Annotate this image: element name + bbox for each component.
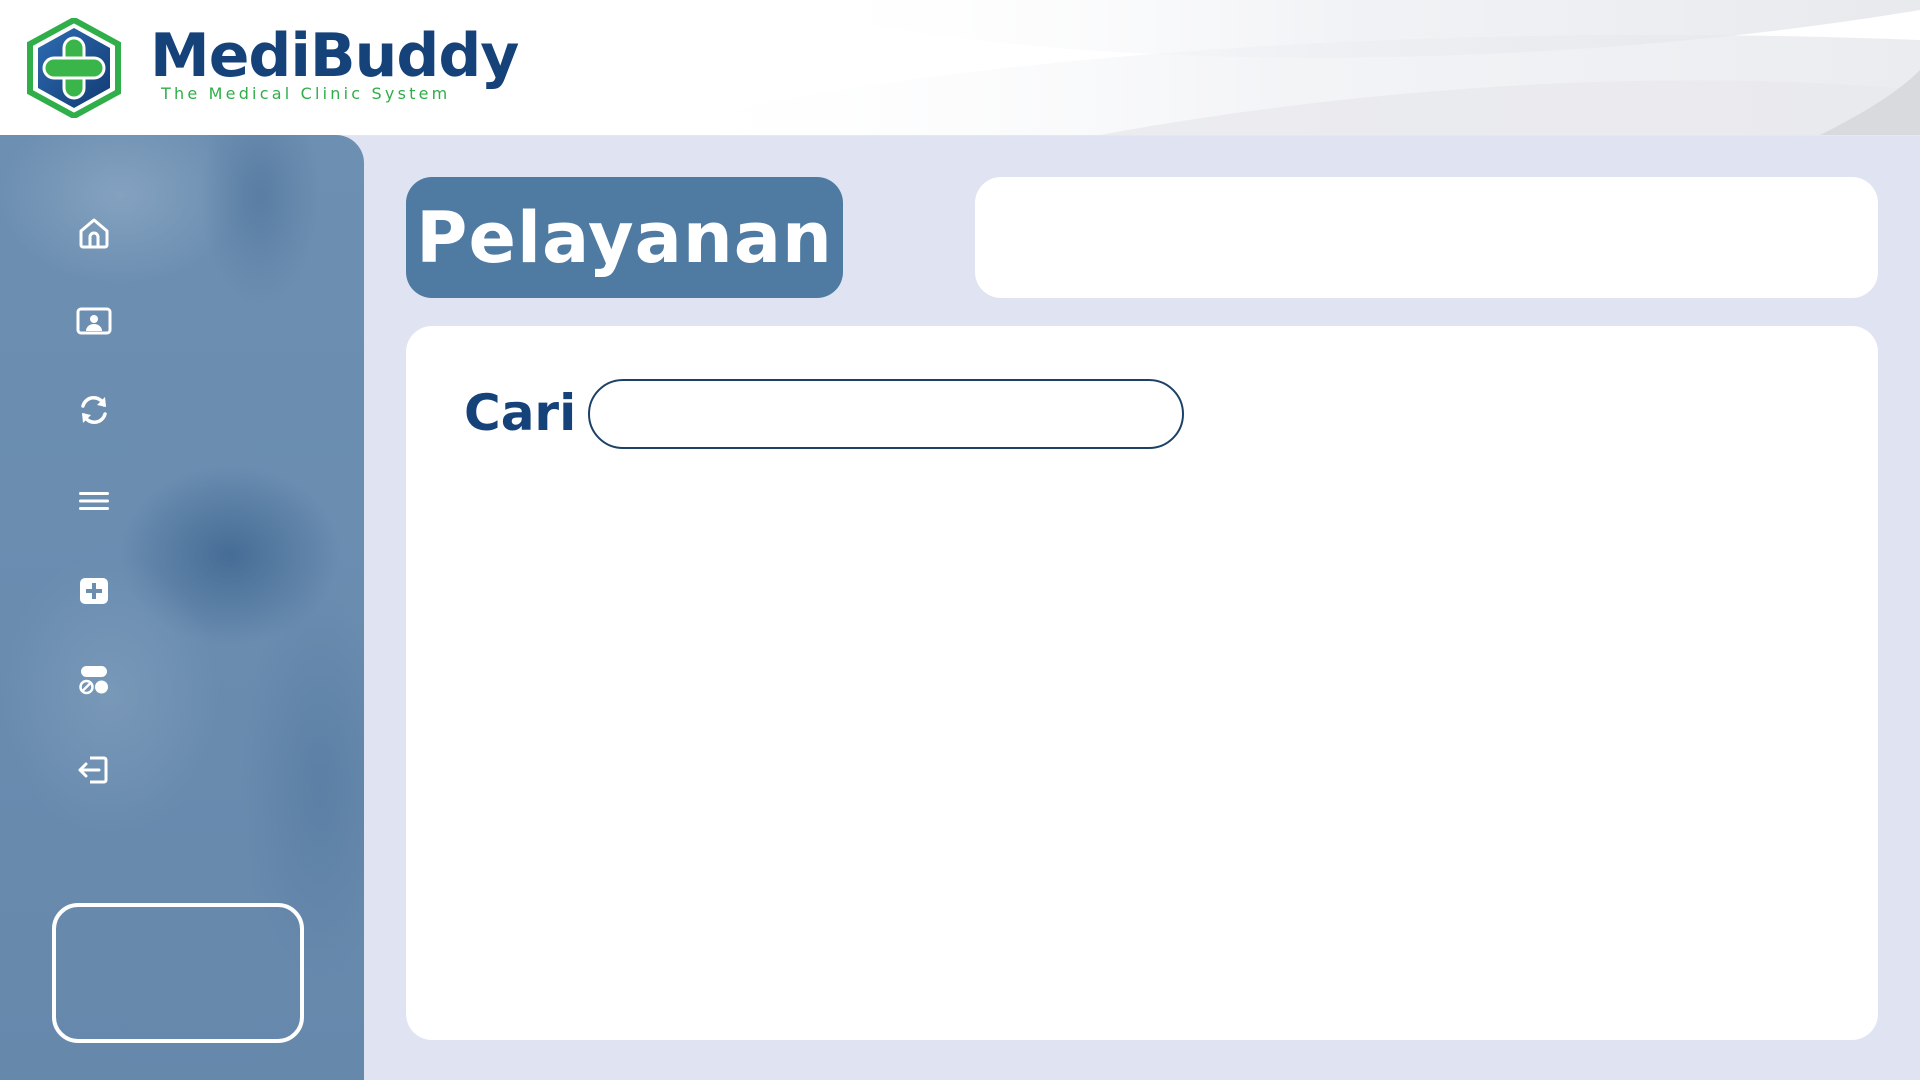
sidebar-item-medical[interactable] bbox=[68, 565, 120, 617]
menu-icon bbox=[79, 492, 109, 510]
medibuddy-logo bbox=[27, 18, 121, 118]
content-panel: Cari bbox=[406, 326, 1878, 1040]
sidebar-item-services[interactable] bbox=[68, 654, 120, 706]
sidebar-item-sync[interactable] bbox=[68, 384, 120, 436]
home-icon bbox=[79, 218, 109, 249]
refresh-icon bbox=[81, 396, 107, 424]
search-label: Cari bbox=[464, 384, 577, 442]
sidebar-item-profile[interactable] bbox=[68, 295, 120, 347]
sidebar-user-box bbox=[52, 903, 304, 1043]
sidebar-item-logout[interactable] bbox=[68, 744, 120, 796]
header: MediBuddy The Medical Clinic System bbox=[0, 0, 1920, 136]
app-window: MediBuddy The Medical Clinic System Pela… bbox=[0, 0, 1920, 1080]
pills-icon bbox=[79, 666, 108, 695]
brand-name: MediBuddy bbox=[150, 21, 519, 91]
medical-plus-icon bbox=[80, 578, 108, 604]
brand: MediBuddy The Medical Clinic System bbox=[150, 20, 519, 110]
logout-icon bbox=[78, 756, 108, 784]
page-title: Pelayanan bbox=[416, 196, 833, 279]
sidebar bbox=[0, 135, 364, 1080]
sidebar-item-menu[interactable] bbox=[68, 475, 120, 527]
sidebar-item-home[interactable] bbox=[68, 207, 120, 259]
brand-tagline: The Medical Clinic System bbox=[161, 84, 451, 103]
page-title-pill: Pelayanan bbox=[406, 177, 843, 298]
search-input[interactable] bbox=[588, 379, 1184, 449]
top-info-panel bbox=[975, 177, 1878, 298]
user-card-icon bbox=[76, 307, 112, 335]
